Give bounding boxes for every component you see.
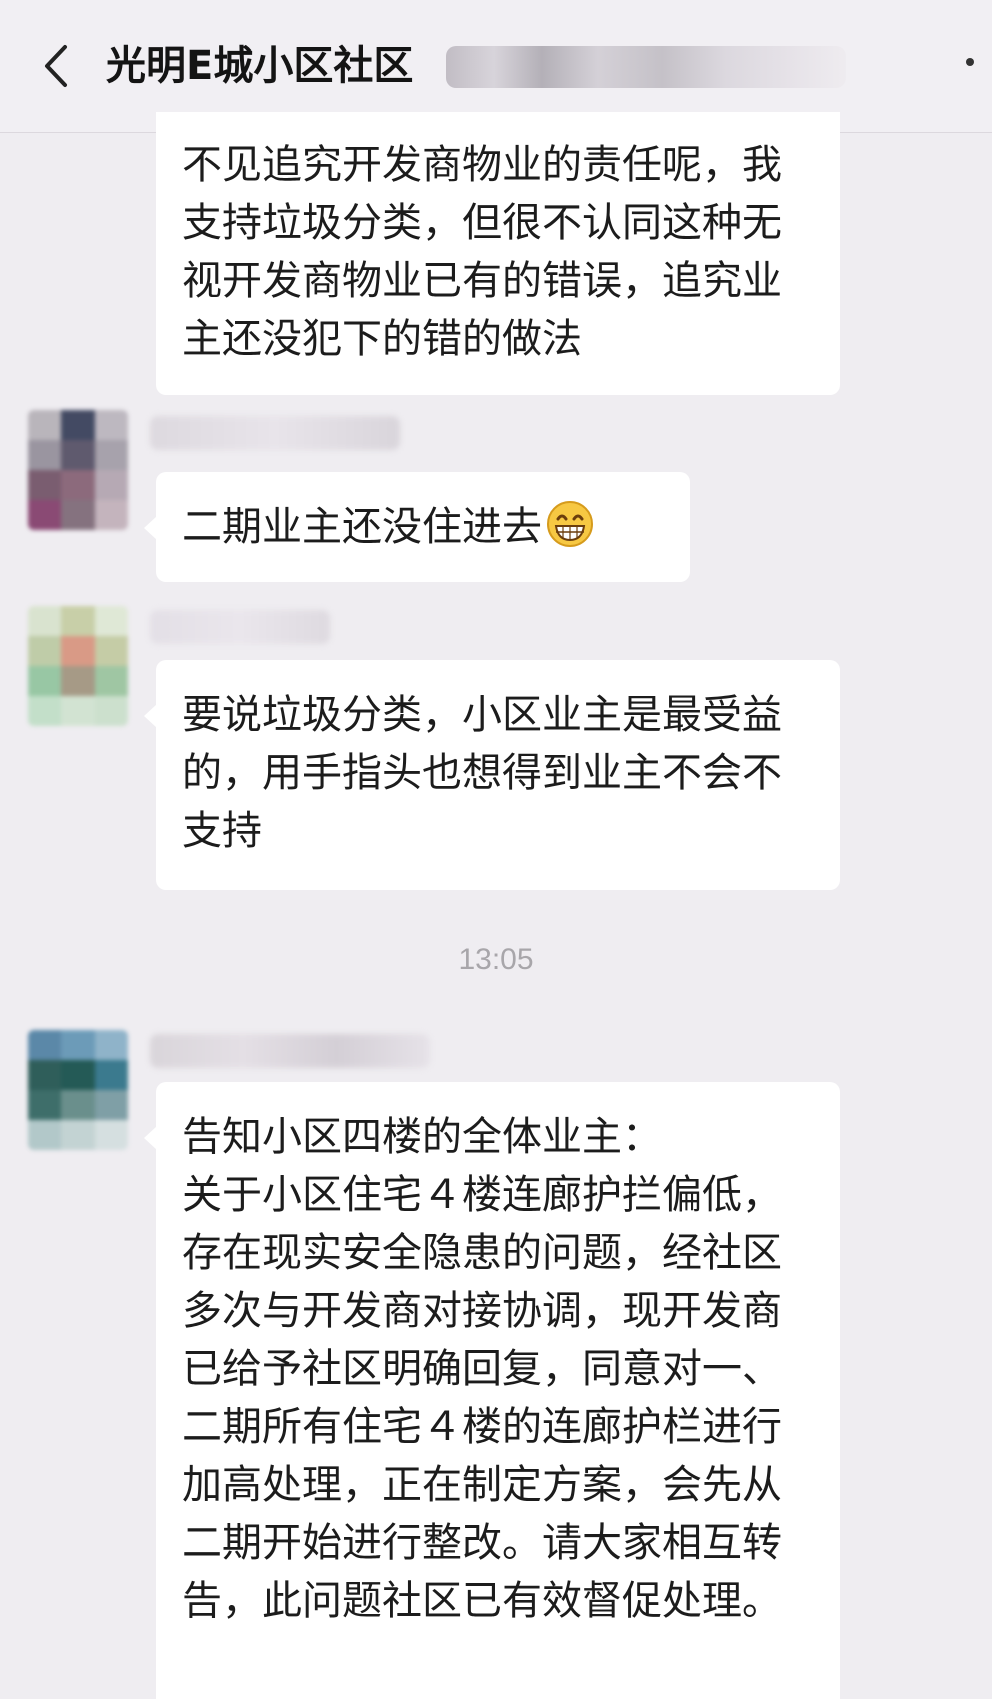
message-line: 的，用手指头也想得到业主不会不 [182, 750, 782, 796]
redacted-sender-name [150, 416, 400, 450]
avatar[interactable] [28, 606, 128, 726]
chevron-left-icon [45, 45, 67, 87]
message-text: 二期业主还没住进去 [182, 504, 542, 550]
message-line: 支持垃圾分类，但很不认同这种无 [182, 200, 782, 246]
message-bubble[interactable]: 告知小区四楼的全体业主： 关于小区住宅４楼连廊护拦偏低， 存在现实安全隐患的问题… [144, 1082, 840, 1699]
message-line: 已给予社区明确回复，同意对一、 [182, 1346, 782, 1392]
message-line: 告，此问题社区已有效督促处理。 [182, 1578, 782, 1624]
more-dots-icon [966, 58, 974, 66]
message-timestamp: 13:05 [458, 943, 534, 976]
chat-title: 光明E城小区社区 [106, 43, 414, 89]
message-bubble[interactable]: 不见追究开发商物业的责任呢，我 支持垃圾分类，但很不认同这种无 视开发商物业已有… [156, 112, 840, 395]
message-line: 二期业主还没住进去 [182, 498, 668, 556]
redacted-title-region [446, 46, 846, 88]
message-line: 支持 [182, 808, 262, 854]
back-button[interactable] [28, 36, 84, 96]
message-line: 要说垃圾分类，小区业主是最受益 [182, 692, 782, 738]
message-line: 多次与开发商对接协调，现开发商 [182, 1288, 782, 1334]
message-line: 二期所有住宅４楼的连廊护栏进行 [182, 1404, 782, 1450]
grinning-face-icon [547, 501, 593, 547]
more-button[interactable] [966, 58, 986, 78]
message-line: 存在现实安全隐患的问题，经社区 [182, 1230, 782, 1276]
avatar[interactable] [28, 1030, 128, 1150]
message-line: 加高处理，正在制定方案，会先从 [182, 1462, 782, 1508]
message-line: 视开发商物业已有的错误，追究业 [182, 258, 782, 304]
message-line: 告知小区四楼的全体业主： [182, 1114, 662, 1160]
redacted-sender-name [150, 1034, 430, 1068]
redacted-sender-name [150, 610, 330, 644]
message-line: 不见追究开发商物业的责任呢，我 [182, 142, 782, 188]
avatar[interactable] [28, 410, 128, 530]
message-line: 关于小区住宅４楼连廊护拦偏低， [182, 1172, 782, 1218]
message-line: 二期开始进行整改。请大家相互转 [182, 1520, 782, 1566]
message-line: 主还没犯下的错的做法 [182, 316, 582, 362]
message-bubble[interactable]: 要说垃圾分类，小区业主是最受益 的，用手指头也想得到业主不会不 支持 [144, 660, 840, 890]
message-bubble[interactable]: 二期业主还没住进去 [144, 472, 690, 582]
